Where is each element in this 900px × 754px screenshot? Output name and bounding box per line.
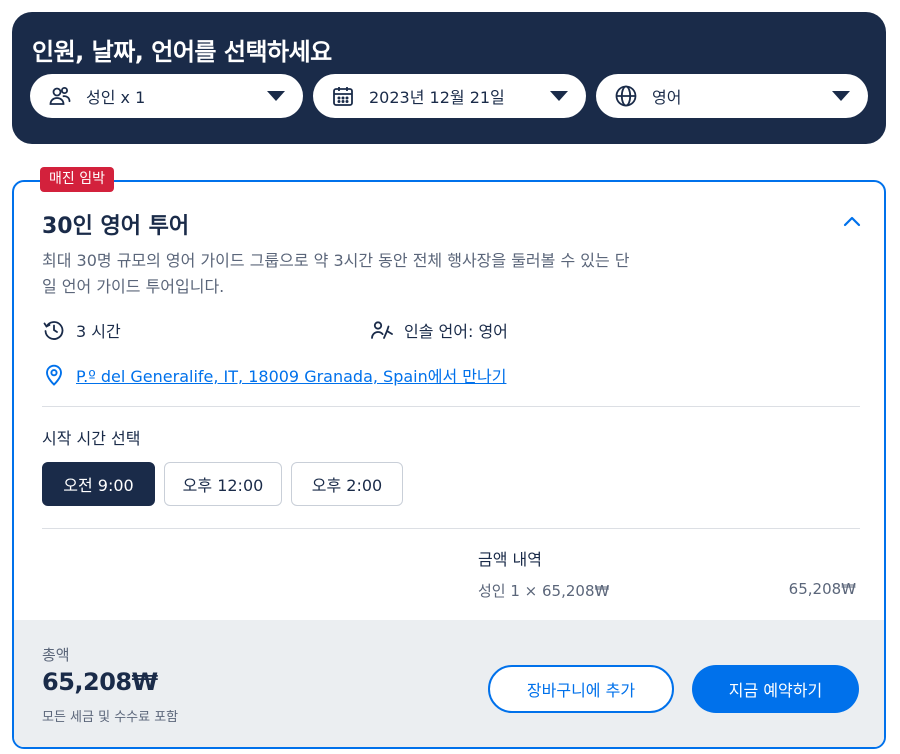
selector-panel: 인원, 날짜, 언어를 선택하세요 성인 x 1 2023년 12월 21일 영… (12, 12, 886, 144)
option-description: 최대 30명 규모의 영어 가이드 그룹으로 약 3시간 동안 전체 행사장을 … (42, 251, 630, 296)
guide-language-text: 인솔 언어: 영어 (404, 322, 508, 341)
participants-dropdown[interactable]: 성인 x 1 (30, 74, 303, 118)
language-label: 영어 (652, 88, 682, 107)
price-line-value: 65,208₩ (788, 580, 856, 598)
time-slot-button[interactable]: 오후 12:00 (164, 462, 282, 506)
meeting-suffix[interactable]: 에서 만나기 (428, 367, 507, 386)
language-dropdown[interactable]: 영어 (596, 74, 868, 118)
people-icon (48, 84, 72, 108)
meeting-address[interactable]: P.º del Generalife, IT, 18009 Granada, S… (76, 367, 428, 386)
calendar-icon (331, 84, 355, 108)
add-to-cart-button[interactable]: 장바구니에 추가 (488, 665, 674, 713)
globe-icon (614, 84, 638, 108)
booking-footer: 총액 65,208₩ 모든 세금 및 수수료 포함 장바구니에 추가 지금 예약… (14, 620, 884, 747)
chevron-up-icon (843, 216, 861, 227)
location-pin-icon (42, 363, 66, 387)
time-slot-button[interactable]: 오전 9:00 (42, 462, 155, 506)
tax-note: 모든 세금 및 수수료 포함 (42, 710, 179, 725)
date-label: 2023년 12월 21일 (369, 88, 505, 107)
price-breakdown-heading: 금액 내역 (478, 550, 542, 569)
meeting-point: P.º del Generalife, IT, 18009 Granada, S… (42, 363, 506, 387)
time-slot-button[interactable]: 오후 2:00 (291, 462, 403, 506)
participants-label: 성인 x 1 (86, 88, 146, 107)
guide-icon (370, 318, 394, 342)
duration-text: 3 시간 (76, 322, 121, 341)
chevron-down-icon (832, 91, 850, 101)
clock-icon (42, 318, 66, 342)
divider (42, 528, 860, 529)
book-now-button[interactable]: 지금 예약하기 (692, 665, 859, 713)
duration-info: 3 시간 (42, 318, 121, 342)
option-title: 30인 영어 투어 (42, 214, 190, 239)
tour-option-card: 30인 영어 투어 최대 30명 규모의 영어 가이드 그룹으로 약 3시간 동… (12, 180, 886, 749)
collapse-button[interactable] (840, 210, 864, 234)
total-price: 65,208₩ (42, 668, 158, 696)
total-label: 총액 (42, 646, 70, 664)
chevron-down-icon (267, 91, 285, 101)
date-dropdown[interactable]: 2023년 12월 21일 (313, 74, 586, 118)
price-line-label: 성인 1 × 65,208₩ (478, 582, 610, 600)
chevron-down-icon (550, 91, 568, 101)
selector-title: 인원, 날짜, 언어를 선택하세요 (32, 38, 332, 66)
status-badge: 매진 임박 (40, 167, 114, 192)
meeting-point-link[interactable]: P.º del Generalife, IT, 18009 Granada, S… (76, 363, 506, 387)
start-time-label: 시작 시간 선택 (42, 429, 141, 448)
guide-language-info: 인솔 언어: 영어 (370, 318, 508, 342)
divider (42, 406, 860, 407)
